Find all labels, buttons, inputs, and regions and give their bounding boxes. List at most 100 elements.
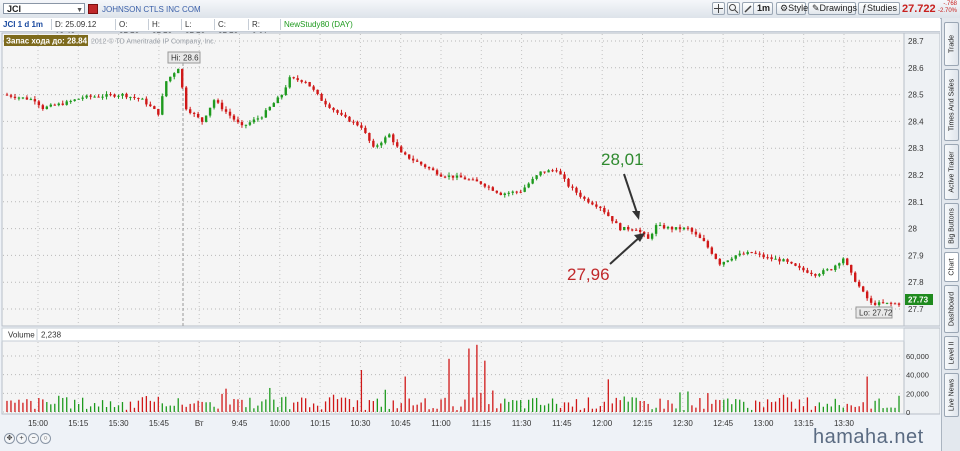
price-tick-label: 27.9 (908, 251, 924, 260)
candle-body (388, 134, 391, 138)
style-button[interactable]: ⚙Style (776, 2, 809, 15)
candle-body (650, 233, 654, 239)
candle-body (579, 192, 582, 197)
sidebar-tab-label: Level II (948, 341, 955, 365)
candle-body (404, 152, 407, 155)
candle-body (690, 227, 694, 232)
volume-tick-label: 20,000 (906, 389, 929, 398)
candle-body (523, 187, 526, 192)
candle-body (260, 117, 264, 119)
sidebar-tab-big-buttons[interactable]: Big Buttons (944, 203, 959, 249)
studies-label: Studies (867, 3, 898, 13)
candle-body (555, 170, 558, 172)
candle-body (435, 170, 439, 175)
time-tick-label: 10:00 (270, 419, 291, 428)
candle-body (718, 258, 722, 265)
crosshair-icon[interactable] (712, 2, 725, 15)
price-tick-label: 28.1 (908, 198, 924, 207)
sidebar-tab-label: Chart (948, 258, 955, 276)
style-label: Style (788, 3, 809, 13)
drawings-button[interactable]: ✎Drawings (808, 2, 857, 15)
chevron-down-icon[interactable]: ▼ (76, 5, 83, 16)
candle-body (547, 170, 550, 173)
zoom-in-icon[interactable]: + (16, 433, 27, 444)
bar-date: D: 25.09.12 13:48 (52, 19, 116, 40)
candle-body (372, 140, 375, 147)
zoom-out-icon[interactable]: − (28, 433, 39, 444)
sidebar-tab-chart[interactable]: Chart (944, 252, 959, 282)
symbol-link-icon[interactable] (88, 4, 98, 14)
sidebar-tab-label: Big Buttons (948, 208, 955, 244)
chart-area[interactable]: 28.7 28.6 28.5 28.4 28.3 28.2 28.1 28 27.9 27.8 27… (0, 31, 940, 451)
candle-body (646, 234, 650, 239)
sidebar-tab-level-ii[interactable]: Level II (944, 336, 959, 370)
candle-body (153, 106, 156, 109)
candle-body (503, 193, 506, 196)
price-tick-label: 28.2 (908, 171, 924, 180)
candle-body (280, 94, 283, 98)
bar-range: R: 0.01 (249, 19, 281, 40)
candle-body (109, 94, 112, 96)
pan-icon[interactable]: ✥ (4, 433, 15, 444)
price-tick-label: 28 (908, 225, 917, 234)
candle-body (491, 187, 495, 191)
candle-body (37, 101, 41, 106)
magnifier-icon[interactable] (727, 2, 740, 15)
sidebar-tab-dashboard[interactable]: Dashboard (944, 285, 959, 333)
candle-body (702, 238, 706, 242)
candle-body (133, 96, 136, 98)
candle-body (212, 100, 216, 108)
time-tick-label: 10:45 (391, 419, 412, 428)
candle-body (790, 261, 793, 264)
candle-body (563, 174, 566, 179)
sidebar-tab-active-trader[interactable]: Active Trader (944, 144, 959, 200)
candle-body (129, 96, 132, 98)
sidebar-tab-live-news[interactable]: Live News (944, 373, 959, 417)
candle-body (33, 99, 37, 102)
time-tick-label: 15:00 (28, 419, 49, 428)
candle-body (670, 226, 674, 230)
candle-body (603, 207, 606, 213)
period-button[interactable]: 1m (753, 2, 773, 15)
candle-body (439, 174, 443, 177)
candle-body (141, 98, 144, 100)
candle-body (332, 107, 335, 111)
candle-body (885, 302, 889, 304)
volume-title: Volume (8, 331, 35, 340)
current-price-tag: 27.73 (908, 296, 929, 305)
candle-body (631, 229, 634, 231)
price-tick-label: 28.3 (908, 144, 924, 153)
candle-body (459, 175, 463, 178)
candle-body (431, 168, 435, 171)
candle-body (834, 265, 837, 271)
time-tick-label: 12:30 (673, 419, 694, 428)
candle-body (877, 302, 881, 305)
candle-body (627, 226, 630, 230)
candle-body (196, 113, 200, 118)
candle-body (240, 122, 244, 126)
zoom-reset-icon[interactable]: ○ (40, 433, 51, 444)
candle-body (61, 103, 64, 105)
symbol-input[interactable]: JCI ▼ (3, 3, 85, 14)
sidebar-tab-trade[interactable]: Trade (944, 22, 959, 66)
candle-body (5, 94, 9, 96)
studies-button[interactable]: ƒStudies (858, 2, 900, 15)
candle-body (173, 73, 176, 77)
candle-body (770, 257, 773, 260)
candle-body (495, 190, 499, 193)
candle-body (471, 179, 475, 181)
candle-body (694, 231, 698, 235)
annotation-lower: 27,96 (567, 265, 610, 284)
sidebar-tab-times-and-sales[interactable]: Times And Sales (944, 69, 959, 141)
candle-body (45, 106, 49, 109)
candle-body (340, 112, 343, 115)
candle-body (774, 258, 777, 260)
candle-body (479, 181, 483, 184)
candle-body (754, 252, 757, 254)
price-tick-label: 28.4 (908, 117, 924, 126)
candle-body (157, 108, 160, 115)
candle-body (658, 225, 662, 227)
candle-body (595, 204, 598, 207)
time-tick-label: 9:45 (232, 419, 248, 428)
price-tick-label: 28.5 (908, 91, 924, 100)
